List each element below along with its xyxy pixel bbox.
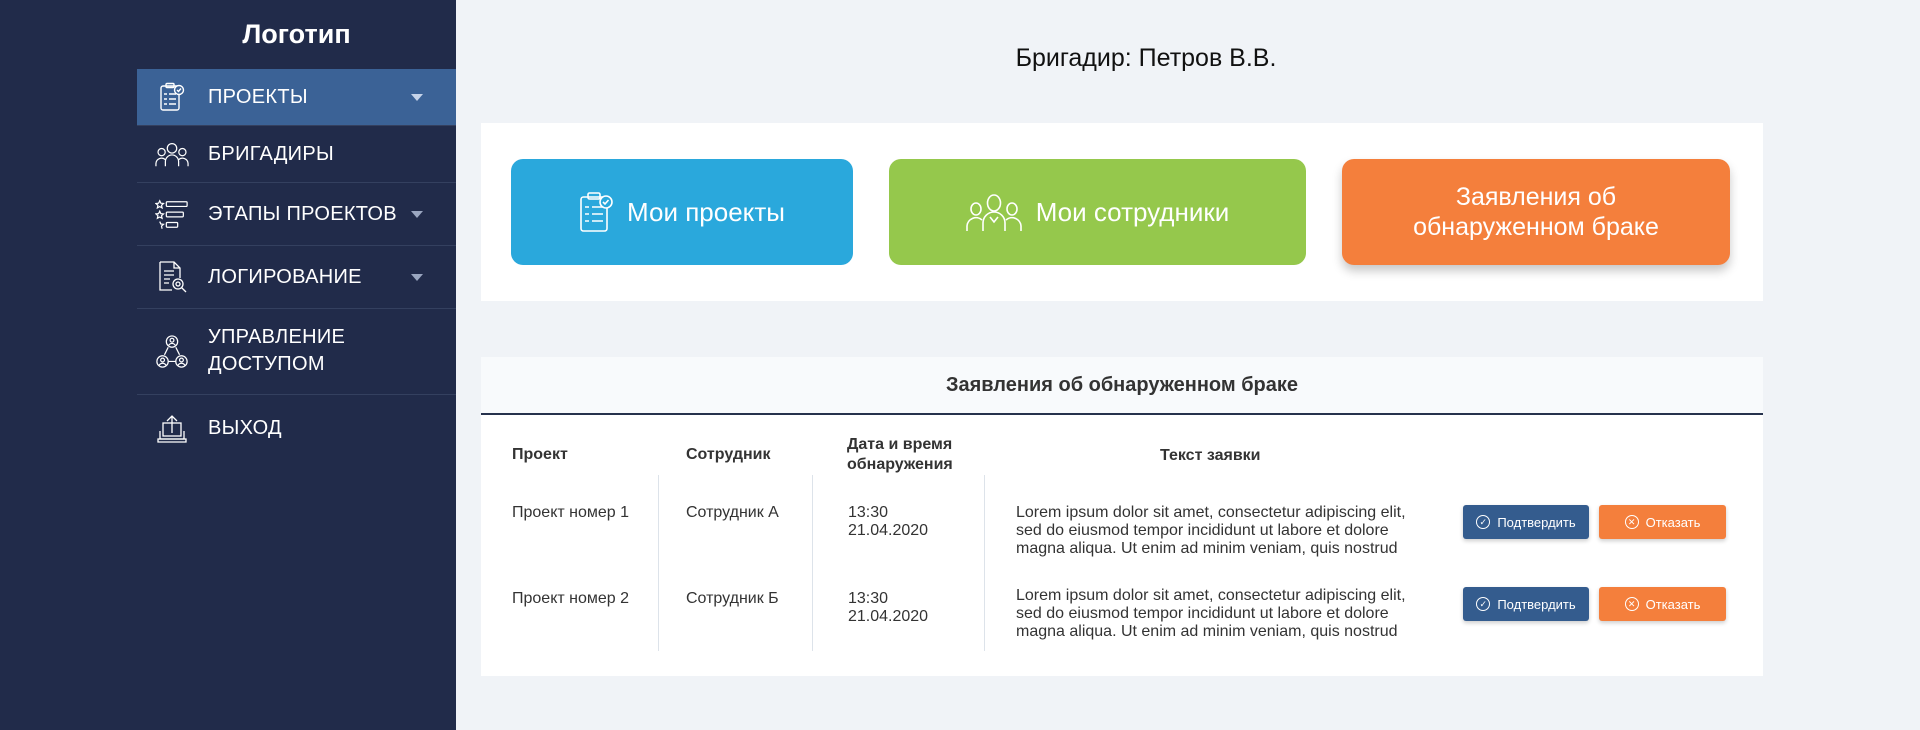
confirm-button-label: Подтвердить (1497, 514, 1576, 530)
cell-employee: Сотрудник А (686, 504, 779, 521)
column-header-employee: Сотрудник (686, 446, 771, 463)
logo[interactable]: Логотип (137, 0, 456, 69)
my-projects-label: Мои проекты (627, 196, 785, 227)
clipboard-check-icon (579, 191, 613, 233)
column-divider (984, 475, 985, 651)
cell-employee: Сотрудник Б (686, 590, 779, 607)
sidebar-item-projects[interactable]: ПРОЕКТЫ (137, 69, 456, 126)
chevron-down-icon[interactable] (411, 210, 423, 218)
sidebar-item-logout[interactable]: ВЫХОД (137, 395, 456, 461)
clipboard-check-icon (155, 80, 189, 114)
sidebar-item-project-stages[interactable]: ЭТАПЫ ПРОЕКТОВ (137, 183, 456, 246)
column-divider (812, 475, 813, 651)
sidebar-item-label: УПРАВЛЕНИЕ ДОСТУПОМ (208, 326, 346, 375)
chevron-down-icon[interactable] (411, 273, 423, 281)
sidebar-item-logging[interactable]: ЛОГИРОВАНИЕ (137, 246, 456, 309)
sidebar-item-brigadiers[interactable]: БРИГАДИРЫ (137, 126, 456, 183)
cell-request-text: Lorem ipsum dolor sit amet, consectetur … (1016, 587, 1406, 640)
defect-reports-tile[interactable]: Заявления об обнаруженном браке (1342, 159, 1730, 265)
sidebar-item-access-management[interactable]: УПРАВЛЕНИЕ ДОСТУПОМ (137, 309, 456, 395)
column-divider (658, 475, 659, 651)
cell-request-text: Lorem ipsum dolor sit amet, consectetur … (1016, 504, 1406, 557)
logout-upload-icon (155, 411, 189, 445)
defect-reports-label-line1: Заявления об (1455, 183, 1617, 211)
my-employees-tile[interactable]: Мои сотрудники (889, 159, 1306, 265)
column-header-text: Текст заявки (1160, 447, 1261, 464)
column-header-datetime: Дата и время обнаружения (847, 436, 953, 473)
check-circle-icon: ✓ (1476, 515, 1491, 529)
table-title: Заявления об обнаруженном браке (945, 373, 1299, 396)
reject-button[interactable]: ✕ Отказать (1599, 587, 1726, 621)
cell-project: Проект номер 1 (512, 504, 630, 521)
access-users-icon (155, 334, 189, 369)
sidebar-item-label: ЭТАПЫ ПРОЕКТОВ (208, 202, 397, 225)
sidebar-item-label: БРИГАДИРЫ (208, 142, 335, 165)
reject-button-label: Отказать (1645, 596, 1701, 612)
chevron-down-icon[interactable] (411, 93, 423, 101)
confirm-button[interactable]: ✓ Подтвердить (1463, 505, 1589, 539)
close-circle-icon: ✕ (1624, 597, 1639, 611)
sidebar-item-label: ВЫХОД (208, 416, 282, 439)
sidebar-item-label: ЛОГИРОВАНИЕ (208, 265, 362, 288)
sidebar-item-label: ПРОЕКТЫ (208, 85, 308, 108)
my-employees-label: Мои сотрудники (1035, 196, 1230, 227)
reject-button-label: Отказать (1645, 514, 1701, 530)
defect-reports-label-line2: обнаруженном браке (1413, 213, 1659, 241)
cell-datetime: 13:30 21.04.2020 (848, 590, 929, 625)
check-circle-icon: ✓ (1476, 597, 1491, 611)
defect-reports-table: Заявления об обнаруженном браке Проект С… (481, 357, 1763, 676)
people-group-icon (965, 192, 1022, 232)
reject-button[interactable]: ✕ Отказать (1599, 505, 1726, 539)
confirm-button[interactable]: ✓ Подтвердить (1463, 587, 1589, 621)
table-header-bar: Заявления об обнаруженном браке (481, 357, 1763, 415)
close-circle-icon: ✕ (1624, 515, 1639, 529)
my-projects-tile[interactable]: Мои проекты (511, 159, 853, 265)
cell-datetime: 13:30 21.04.2020 (848, 504, 929, 539)
document-search-icon (155, 260, 189, 294)
sidebar-nav: ПРОЕКТЫ БРИГАДИРЫ ЭТАПЫ ПРОЕКТОВ ЛОГИРОВ… (137, 69, 456, 461)
people-group-icon (155, 137, 189, 171)
sidebar: Логотип ПРОЕКТЫ БРИГАДИРЫ ЭТАПЫ ПРОЕКТОВ… (0, 0, 456, 730)
cell-project: Проект номер 2 (512, 590, 630, 607)
page-title: Бригадир: Петров В.В. (1015, 44, 1277, 72)
confirm-button-label: Подтвердить (1497, 596, 1576, 612)
column-header-project: Проект (512, 446, 568, 463)
quick-actions-panel: Мои проекты Мои сотрудники Заявления об … (481, 123, 1763, 301)
star-list-icon (155, 197, 189, 231)
